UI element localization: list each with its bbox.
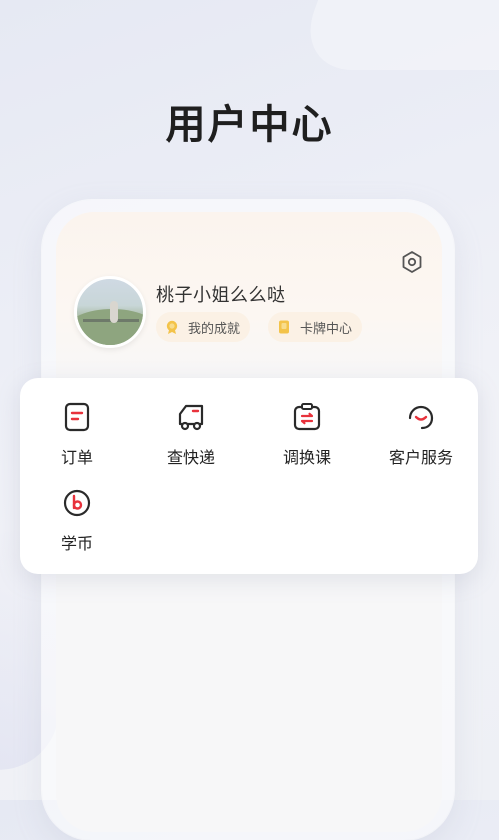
settings-icon[interactable] xyxy=(400,250,424,274)
avatar[interactable] xyxy=(74,276,146,348)
menu-item-order[interactable]: 订单 xyxy=(20,400,134,480)
menu-item-label: 调换课 xyxy=(282,448,331,467)
delivery-truck-icon xyxy=(178,404,204,431)
menu-item-exchange-class[interactable]: 调换课 xyxy=(250,400,364,480)
page-title: 用户中心 xyxy=(165,102,334,148)
order-icon xyxy=(64,402,90,432)
menu-item-label: 订单 xyxy=(60,448,93,467)
customer-service-icon xyxy=(408,405,434,430)
medal-icon xyxy=(166,320,178,334)
service-menu-card: 订单 查快递 调换课 客户服务 学币 xyxy=(20,378,478,574)
coin-icon xyxy=(63,489,91,517)
menu-item-label: 客户服务 xyxy=(388,448,453,467)
badge-label: 我的成就 xyxy=(188,321,241,337)
exchange-class-icon xyxy=(293,403,321,431)
card-center-badge[interactable]: 卡牌中心 xyxy=(268,312,363,342)
card-icon xyxy=(279,320,289,334)
background-decoration xyxy=(292,0,499,70)
profile-header: 桃子小姐么么哒 我的成就 卡牌中心 xyxy=(56,212,442,382)
menu-item-label: 查快递 xyxy=(166,448,215,467)
menu-item-customer-service[interactable]: 客户服务 xyxy=(364,400,478,480)
menu-item-label: 学币 xyxy=(60,534,93,553)
menu-item-coins[interactable]: 学币 xyxy=(20,486,134,566)
badge-label: 卡牌中心 xyxy=(300,321,353,337)
username: 桃子小姐么么哒 xyxy=(156,285,286,306)
achievements-badge[interactable]: 我的成就 xyxy=(156,312,251,342)
menu-item-track-delivery[interactable]: 查快递 xyxy=(134,400,248,480)
